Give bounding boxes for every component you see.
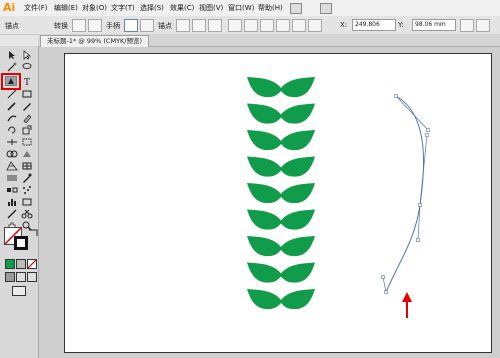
anchor-point[interactable] [416,238,420,242]
anchor-point[interactable] [384,290,388,294]
leaf-shape[interactable] [247,77,315,98]
leaf-shape[interactable] [247,209,315,230]
anchor-point[interactable] [381,275,385,279]
anchor-point[interactable] [426,128,430,132]
anchor-point[interactable] [425,133,429,137]
leaf-shape[interactable] [247,156,315,177]
leaf-shape[interactable] [247,103,315,124]
anchor-point[interactable] [394,94,398,98]
leaf-shape[interactable] [247,236,315,257]
leaf-shape[interactable] [247,289,315,310]
bezier-path[interactable] [382,95,429,293]
leaf-shape[interactable] [247,130,315,151]
canvas-artwork [247,77,430,318]
leaf-shape[interactable] [247,183,315,204]
anchor-point[interactable] [418,203,422,207]
leaf-shape[interactable] [247,262,315,283]
